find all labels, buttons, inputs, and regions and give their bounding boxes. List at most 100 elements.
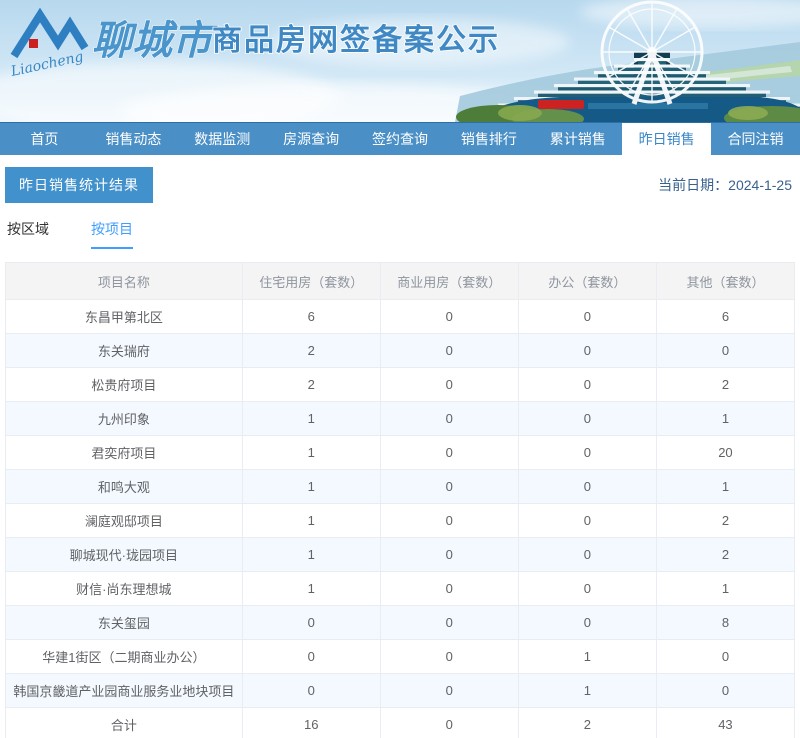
- count-cell: 2: [242, 368, 380, 402]
- nav-item-sales-dynamics[interactable]: 销售动态: [89, 123, 178, 155]
- logo-red-square-icon: [29, 39, 38, 48]
- count-cell: 1: [242, 436, 380, 470]
- nav-item-sales-ranking[interactable]: 销售排行: [444, 123, 533, 155]
- count-cell: 0: [380, 640, 518, 674]
- count-cell: 0: [380, 368, 518, 402]
- nav-item-contract-cancellation[interactable]: 合同注销: [711, 123, 800, 155]
- project-name-cell: 韩国京畿道产业园商业服务业地块项目: [6, 674, 243, 708]
- table-row: 松贵府项目2002: [6, 368, 795, 402]
- count-cell: 0: [380, 402, 518, 436]
- count-cell: 2: [518, 708, 656, 738]
- count-cell: 1: [242, 538, 380, 572]
- table-row: 澜庭观邸项目1002: [6, 504, 795, 538]
- project-name-cell: 松贵府项目: [6, 368, 243, 402]
- count-cell: 0: [656, 674, 794, 708]
- project-name-cell: 和鸣大观: [6, 470, 243, 504]
- table-row: 东关玺园0008: [6, 606, 795, 640]
- table-body: 东昌甲第北区6006东关瑞府2000松贵府项目2002九州印象1001君奕府项目…: [6, 300, 795, 738]
- count-cell: 0: [380, 572, 518, 606]
- tab-by-project[interactable]: 按项目: [91, 219, 133, 249]
- count-cell: 0: [380, 504, 518, 538]
- count-cell: 0: [518, 334, 656, 368]
- section-bar: 昨日销售统计结果 当前日期：2024-1-25: [5, 167, 795, 203]
- table-row: 和鸣大观1001: [6, 470, 795, 504]
- project-name-cell: 华建1街区（二期商业办公）: [6, 640, 243, 674]
- project-name-cell: 澜庭观邸项目: [6, 504, 243, 538]
- main-content: 昨日销售统计结果 当前日期：2024-1-25 按区域 按项目 项目名称 住宅用…: [0, 167, 800, 738]
- table-row: 韩国京畿道产业园商业服务业地块项目0010: [6, 674, 795, 708]
- project-name-cell: 东关玺园: [6, 606, 243, 640]
- count-cell: 0: [518, 470, 656, 504]
- count-cell: 0: [656, 334, 794, 368]
- col-commercial: 商业用房（套数）: [380, 263, 518, 300]
- main-nav: 首页 销售动态 数据监测 房源查询 签约查询 销售排行 累计销售 昨日销售 合同…: [0, 122, 800, 155]
- building-sign-graphic: [538, 100, 584, 109]
- count-cell: 1: [656, 402, 794, 436]
- count-cell: 0: [380, 708, 518, 738]
- nav-item-yesterday-sales[interactable]: 昨日销售: [622, 123, 711, 155]
- view-tabs: 按区域 按项目: [5, 219, 795, 249]
- sales-stat-table: 项目名称 住宅用房（套数） 商业用房（套数） 办公（套数） 其他（套数） 东昌甲…: [5, 262, 795, 738]
- project-name-cell: 东昌甲第北区: [6, 300, 243, 334]
- count-cell: 2: [656, 538, 794, 572]
- nav-item-home[interactable]: 首页: [0, 123, 89, 155]
- site-title-text: 商品房网签备案公示: [212, 23, 500, 57]
- count-cell: 0: [656, 640, 794, 674]
- count-cell: 1: [656, 470, 794, 504]
- count-cell: 0: [518, 504, 656, 538]
- nav-item-cumulative-sales[interactable]: 累计销售: [533, 123, 622, 155]
- count-cell: 0: [380, 470, 518, 504]
- count-cell: 6: [242, 300, 380, 334]
- project-name-cell: 君奕府项目: [6, 436, 243, 470]
- count-cell: 0: [380, 300, 518, 334]
- count-cell: 0: [380, 334, 518, 368]
- table-row: 聊城现代·珑园项目1002: [6, 538, 795, 572]
- count-cell: 0: [518, 572, 656, 606]
- site-banner: Liaocheng 聊城市 商品房网签备案公示: [0, 0, 800, 122]
- count-cell: 0: [518, 368, 656, 402]
- count-cell: 8: [656, 606, 794, 640]
- count-cell: 0: [518, 606, 656, 640]
- table-total-row: 合计160243: [6, 708, 795, 738]
- project-name-cell: 合计: [6, 708, 243, 738]
- nav-item-listing-query[interactable]: 房源查询: [267, 123, 356, 155]
- count-cell: 2: [656, 504, 794, 538]
- count-cell: 0: [242, 606, 380, 640]
- count-cell: 1: [242, 572, 380, 606]
- project-name-cell: 九州印象: [6, 402, 243, 436]
- count-cell: 0: [518, 538, 656, 572]
- count-cell: 2: [656, 368, 794, 402]
- banner-scene-graphic: Liaocheng 聊城市 商品房网签备案公示: [0, 0, 800, 122]
- count-cell: 0: [380, 606, 518, 640]
- section-title-badge: 昨日销售统计结果: [5, 167, 153, 203]
- count-cell: 0: [242, 640, 380, 674]
- page: Liaocheng 聊城市 商品房网签备案公示 首页 销售动态 数据监测 房源查…: [0, 0, 800, 738]
- project-name-cell: 财信·尚东理想城: [6, 572, 243, 606]
- col-project-name: 项目名称: [6, 263, 243, 300]
- count-cell: 43: [656, 708, 794, 738]
- count-cell: 16: [242, 708, 380, 738]
- count-cell: 1: [242, 470, 380, 504]
- count-cell: 0: [518, 300, 656, 334]
- nav-item-signing-query[interactable]: 签约查询: [356, 123, 445, 155]
- project-name-cell: 东关瑞府: [6, 334, 243, 368]
- table-row: 财信·尚东理想城1001: [6, 572, 795, 606]
- count-cell: 1: [518, 640, 656, 674]
- count-cell: 6: [656, 300, 794, 334]
- count-cell: 1: [242, 402, 380, 436]
- table-row: 君奕府项目10020: [6, 436, 795, 470]
- table-row: 九州印象1001: [6, 402, 795, 436]
- city-name-text: 聊城市: [92, 17, 218, 64]
- table-header-row: 项目名称 住宅用房（套数） 商业用房（套数） 办公（套数） 其他（套数）: [6, 263, 795, 300]
- col-office: 办公（套数）: [518, 263, 656, 300]
- nav-item-data-monitor[interactable]: 数据监测: [178, 123, 267, 155]
- count-cell: 20: [656, 436, 794, 470]
- current-date-label: 当前日期：2024-1-25: [658, 175, 795, 195]
- count-cell: 1: [656, 572, 794, 606]
- count-cell: 0: [380, 538, 518, 572]
- col-residential: 住宅用房（套数）: [242, 263, 380, 300]
- tab-by-region[interactable]: 按区域: [7, 219, 49, 249]
- col-other: 其他（套数）: [656, 263, 794, 300]
- count-cell: 1: [242, 504, 380, 538]
- project-name-cell: 聊城现代·珑园项目: [6, 538, 243, 572]
